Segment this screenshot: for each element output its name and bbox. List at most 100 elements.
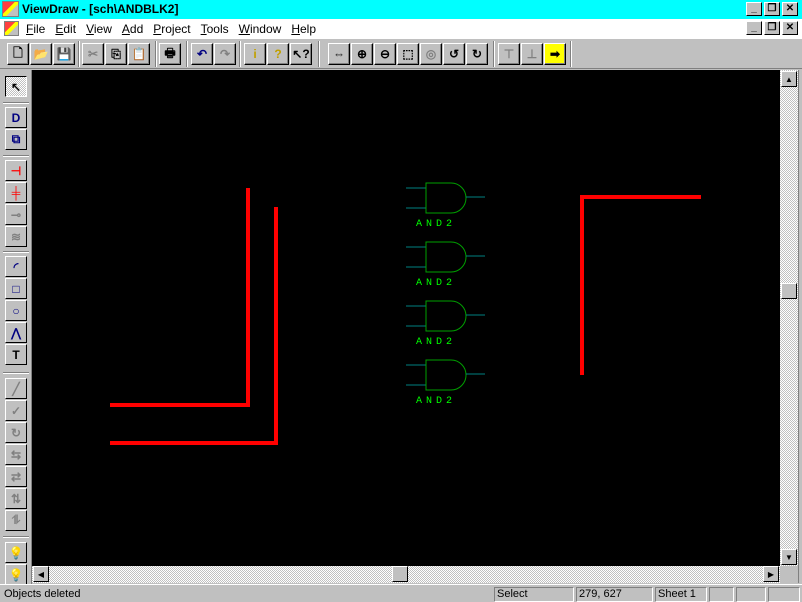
pop-out-button[interactable]: ↻ (466, 43, 488, 65)
zoom-out-button[interactable]: ⊖ (374, 43, 396, 65)
help-button[interactable]: ? (267, 43, 289, 65)
cut-button[interactable]: ✂ (82, 43, 104, 65)
select-tool-button[interactable]: ↖ (5, 76, 27, 97)
palette-separator (3, 155, 29, 157)
push-into-button[interactable]: ↺ (443, 43, 465, 65)
bulb-off-button[interactable]: 💡 (5, 564, 27, 585)
add-bus-icon: ╪ (11, 185, 21, 200)
add-arc-icon: ◜ (13, 259, 19, 274)
flip-rotate-button[interactable]: ⥮ (5, 510, 27, 531)
add-line-button[interactable]: ⋀ (5, 322, 27, 343)
gate-body (425, 182, 467, 214)
mirror-icon: ⇄ (10, 469, 22, 484)
mirror-button[interactable]: ⇄ (5, 466, 27, 487)
menu-edit[interactable]: Edit (55, 22, 76, 36)
gate-body (425, 241, 467, 273)
pencil-icon: ╱ (12, 381, 20, 396)
zoom-in-button[interactable]: ⊕ (351, 43, 373, 65)
zoom-fit-icon: ⇔ (333, 47, 345, 61)
menu-bar: File Edit View Add Project Tools Window Help _ … (0, 19, 802, 38)
scroll-right-button[interactable]: ▶ (763, 566, 779, 582)
gate-label: AND2 (416, 219, 456, 230)
close-button[interactable]: ✕ (782, 2, 798, 16)
and2-gate[interactable]: AND2 (406, 241, 485, 289)
component-browser-button[interactable]: ⧉ (5, 129, 27, 150)
scroll-left-button[interactable]: ◀ (33, 566, 49, 582)
bulb-on-button[interactable]: 💡 (5, 542, 27, 563)
add-arc-button[interactable]: ◜ (5, 256, 27, 277)
vertical-scrollbar[interactable]: ▲ ▼ (780, 70, 798, 566)
undo-button[interactable]: ↶ (191, 43, 213, 65)
redo-button[interactable]: ↷ (214, 43, 236, 65)
flip-horizontal-button[interactable]: ⇆ (5, 444, 27, 465)
run-arrow-icon: ➡ (549, 47, 561, 61)
app-icon[interactable] (2, 1, 19, 17)
wire[interactable] (110, 207, 278, 445)
vertical-scroll-thumb[interactable] (781, 283, 797, 299)
menu-view[interactable]: View (86, 22, 112, 36)
menu-file[interactable]: File (26, 22, 45, 36)
palette-separator (3, 536, 29, 538)
menu-window[interactable]: Window (239, 22, 282, 36)
zoom-selection-button[interactable]: ◎ (420, 43, 442, 65)
document-controls: _ ❐ ✕ (744, 21, 798, 35)
zoom-box-button[interactable]: ⬚ (397, 43, 419, 65)
menu-tools[interactable]: Tools (201, 22, 229, 36)
status-panel-1 (709, 587, 734, 602)
and2-gate[interactable]: AND2 (406, 359, 485, 407)
paste-button[interactable]: 📋 (128, 43, 150, 65)
bulb-off-icon: 💡 (8, 567, 24, 582)
add-bus-rip-button[interactable]: ⊸ (5, 204, 27, 225)
hierarchy-down-button[interactable]: ⊤ (498, 43, 520, 65)
horizontal-scrollbar[interactable]: ◀ ▶ (32, 566, 780, 583)
hierarchy-up-button[interactable]: ⊥ (521, 43, 543, 65)
context-help-icon: ↖? (292, 47, 310, 61)
zoom-fit-button[interactable]: ⇔ (328, 43, 350, 65)
add-circle-button[interactable]: ○ (5, 300, 27, 321)
add-component-button[interactable]: D (5, 107, 27, 128)
arrow-up-icon: ▲ (785, 74, 793, 84)
add-bus-button[interactable]: ╪ (5, 182, 27, 203)
toolbar-separator (186, 41, 188, 67)
horizontal-scroll-thumb[interactable] (392, 566, 408, 582)
and2-gate[interactable]: AND2 (406, 300, 485, 348)
check-button[interactable]: ✓ (5, 400, 27, 421)
menu-help[interactable]: Help (291, 22, 316, 36)
menu-add[interactable]: Add (122, 22, 143, 36)
restore-button[interactable]: ❐ (764, 2, 780, 16)
status-bar: Objects deleted Select 279, 627 Sheet 1 (0, 584, 802, 602)
add-box-icon: □ (12, 281, 20, 296)
save-button[interactable]: 💾 (53, 43, 75, 65)
schematic-canvas[interactable]: AND2 AND2 AND2 AND2 (32, 70, 780, 566)
minimize-button[interactable]: _ (746, 2, 762, 16)
run-arrow-button[interactable]: ➡ (544, 43, 566, 65)
rotate-button[interactable]: ↻ (5, 422, 27, 443)
add-text-button[interactable]: T (5, 344, 27, 365)
and2-gate[interactable]: AND2 (406, 182, 485, 230)
document-icon[interactable] (4, 21, 19, 36)
add-circle-icon: ○ (12, 303, 20, 318)
wire[interactable] (110, 188, 250, 407)
print-button[interactable]: 🖶 (159, 43, 181, 65)
help-icon: ? (274, 47, 282, 61)
window-title: ViewDraw - [sch\ANDBLK2] (22, 2, 179, 16)
doc-minimize-button[interactable]: _ (746, 21, 762, 35)
add-connector-button[interactable]: ≋ (5, 226, 27, 247)
new-button[interactable]: 🗋 (7, 43, 29, 65)
add-box-button[interactable]: □ (5, 278, 27, 299)
scroll-down-button[interactable]: ▼ (781, 549, 797, 565)
info-button[interactable]: i (244, 43, 266, 65)
menu-project[interactable]: Project (153, 22, 190, 36)
add-net-button[interactable]: ⊣ (5, 160, 27, 181)
open-button[interactable]: 📂 (30, 43, 52, 65)
minimize-icon: _ (751, 22, 757, 33)
scroll-up-button[interactable]: ▲ (781, 71, 797, 87)
context-help-button[interactable]: ↖? (290, 43, 312, 65)
copy-button[interactable]: ⎘ (105, 43, 127, 65)
doc-restore-button[interactable]: ❐ (764, 21, 780, 35)
doc-close-button[interactable]: ✕ (782, 21, 798, 35)
flip-vertical-button[interactable]: ⇅ (5, 488, 27, 509)
schematic-drawing[interactable]: AND2 AND2 AND2 AND2 (32, 70, 780, 566)
wire[interactable] (580, 195, 701, 375)
pencil-button[interactable]: ╱ (5, 378, 27, 399)
